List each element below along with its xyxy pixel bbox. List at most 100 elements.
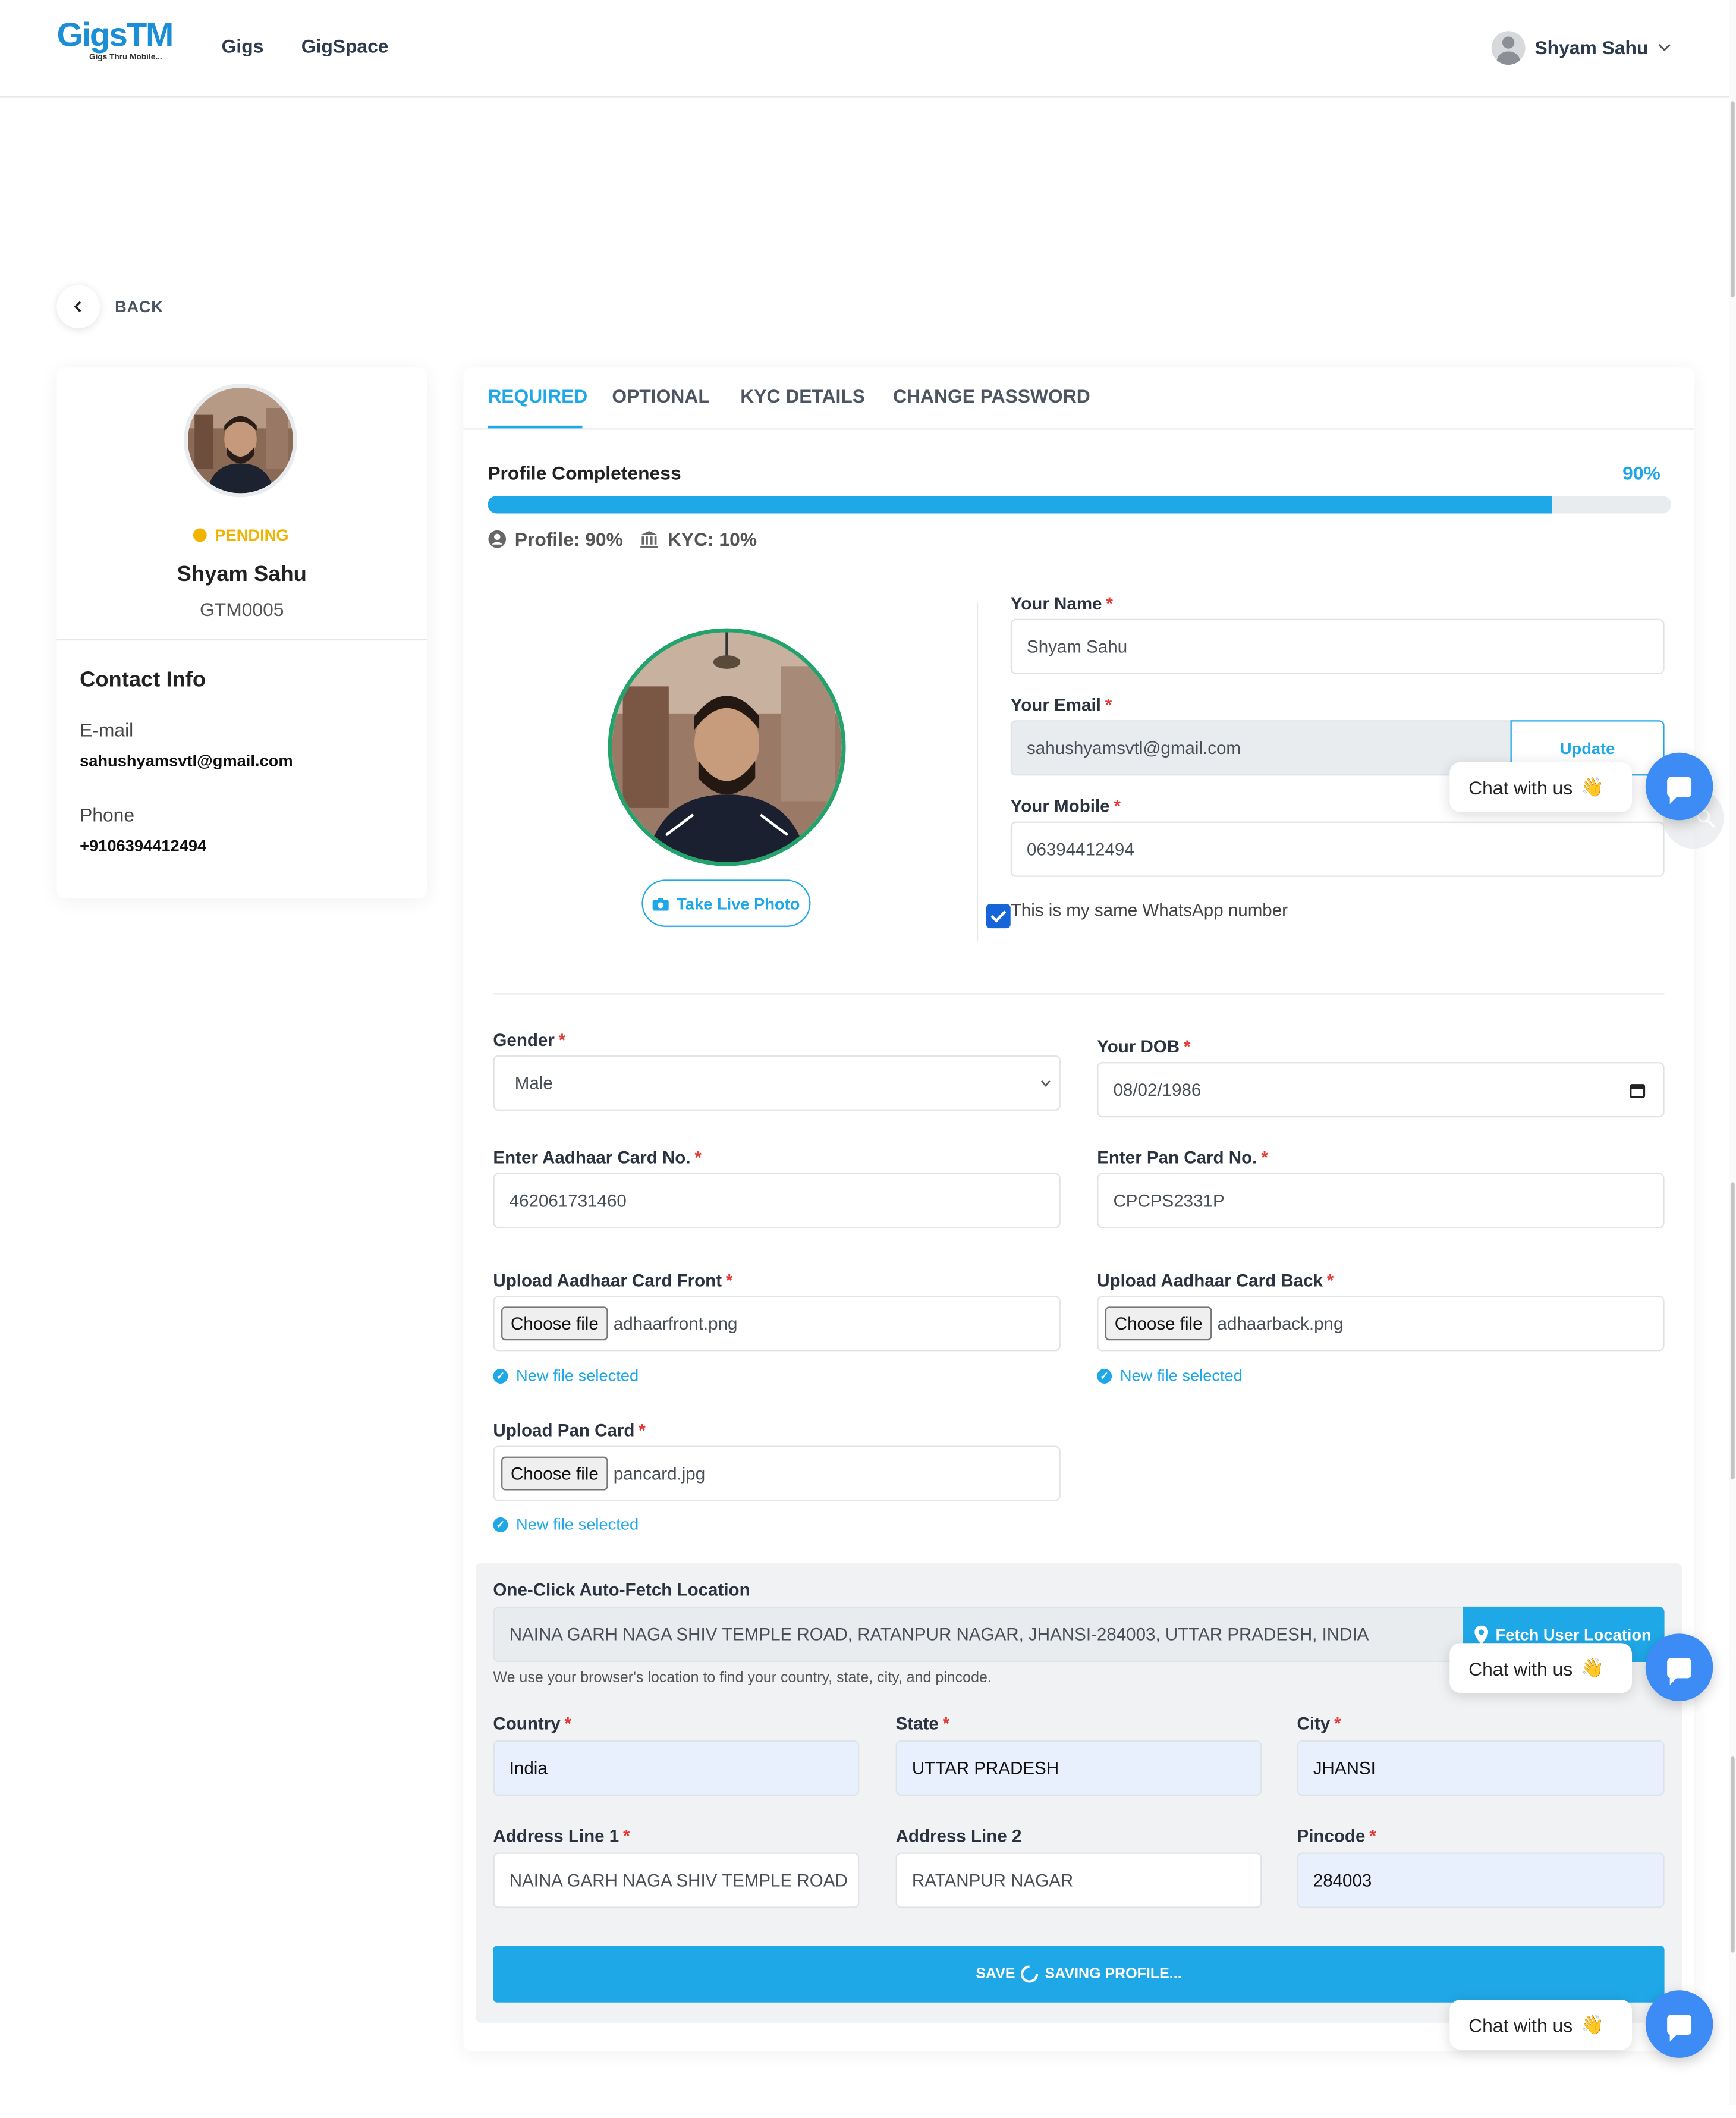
choose-file-button[interactable]: Choose file [1105, 1306, 1212, 1341]
gender-select[interactable]: Male [493, 1055, 1061, 1111]
completeness-progress-bar [488, 495, 1671, 514]
chat-with-us-pill-2[interactable]: Chat with us 👋 [1449, 1643, 1633, 1693]
chat-with-us-pill[interactable]: Chat with us 👋 [1449, 762, 1633, 812]
saving-label: SAVING PROFILE... [1045, 1966, 1182, 1982]
chat-button[interactable] [1645, 752, 1713, 821]
user-name: Shyam Sahu [1534, 36, 1649, 58]
profile-percent: Profile: 90% [514, 528, 623, 550]
fetched-address-input[interactable]: NAINA GARH NAGA SHIV TEMPLE ROAD, RATANP… [493, 1606, 1466, 1663]
status-text: PENDING [215, 525, 289, 545]
pan-card-file-input[interactable]: Choose file pancard.jpg [493, 1445, 1061, 1501]
pincode-label: Pincode * [1297, 1825, 1376, 1846]
profile-name: Shyam Sahu [177, 563, 307, 587]
logo-subtitle: Gigs Thru Mobile... [89, 54, 162, 62]
mobile-label: Your Mobile * [1010, 796, 1121, 816]
new-file-selected-front: ✓ New file selected [493, 1366, 639, 1385]
state-input[interactable]: UTTAR PRADESH [895, 1740, 1262, 1796]
gender-label: Gender * [493, 1029, 566, 1050]
camera-icon [652, 897, 669, 910]
pan-input[interactable]: CPCPS2331P [1097, 1173, 1665, 1228]
bank-icon [640, 531, 658, 548]
contact-info-title: Contact Info [80, 668, 206, 692]
tab-change-password[interactable]: CHANGE PASSWORD [893, 385, 1090, 407]
check-circle-icon: ✓ [493, 1368, 508, 1383]
file-name: adhaarfront.png [613, 1313, 738, 1334]
choose-file-button[interactable]: Choose file [501, 1306, 608, 1341]
save-label: SAVE [976, 1966, 1015, 1982]
nav-gigspace[interactable]: GigSpace [301, 35, 389, 56]
country-input[interactable]: India [493, 1740, 860, 1796]
completeness-title: Profile Completeness [488, 462, 681, 484]
calendar-icon[interactable] [1630, 1082, 1646, 1098]
chat-button-3[interactable] [1645, 1990, 1713, 2058]
profile-photo-large [608, 628, 846, 866]
email-value: sahushyamsvtl@gmail.com [80, 751, 293, 771]
top-navbar: GigsTM Gigs Thru Mobile... Gigs GigSpace… [0, 0, 1736, 98]
state-label: State * [895, 1713, 950, 1734]
email-input[interactable]: sahushyamsvtl@gmail.com [1010, 720, 1514, 776]
gigstm-logo[interactable]: GigsTM Gigs Thru Mobile... [56, 16, 174, 70]
save-button[interactable]: SAVE SAVING PROFILE... [493, 1946, 1665, 2003]
chat-bubble-icon [1667, 776, 1692, 803]
city-input[interactable]: JHANSI [1297, 1740, 1665, 1796]
aadhaar-front-label: Upload Aadhaar Card Front * [493, 1270, 733, 1291]
user-menu[interactable]: Shyam Sahu [1491, 30, 1671, 65]
scrollbar-thumb-2[interactable] [1730, 1182, 1735, 1480]
map-pin-icon [1474, 1624, 1489, 1644]
section-divider [493, 993, 1665, 995]
name-label: Your Name * [1010, 593, 1113, 614]
email-label: E-mail [80, 718, 134, 741]
chevron-down-icon [1040, 1080, 1051, 1087]
pincode-input[interactable]: 284003 [1297, 1852, 1665, 1908]
new-file-selected-back: ✓ New file selected [1097, 1366, 1243, 1385]
country-label: Country * [493, 1713, 572, 1734]
aadhaar-input[interactable]: 462061731460 [493, 1173, 1061, 1228]
tab-optional[interactable]: OPTIONAL [612, 385, 709, 407]
chat-bubble-icon [1667, 2014, 1692, 2041]
new-file-selected-pan: ✓ New file selected [493, 1514, 639, 1533]
address1-label: Address Line 1 * [493, 1825, 630, 1846]
pan-upload-label: Upload Pan Card * [493, 1420, 646, 1441]
chat-bubble-icon [1667, 1657, 1692, 1685]
profile-id: GTM0005 [200, 598, 284, 621]
address2-input[interactable]: RATANPUR NAGAR [895, 1852, 1262, 1908]
chevron-left-icon [74, 301, 81, 313]
scrollbar-thumb[interactable] [1730, 101, 1735, 297]
profile-photo-small [184, 384, 297, 498]
tab-kyc-details[interactable]: KYC DETAILS [740, 385, 865, 407]
completeness-percent: 90% [1622, 462, 1660, 484]
location-title: One-Click Auto-Fetch Location [493, 1579, 750, 1600]
nav-gigs[interactable]: Gigs [222, 35, 264, 56]
file-name: pancard.jpg [613, 1463, 706, 1484]
aadhaar-front-file-input[interactable]: Choose file adhaarfront.png [493, 1296, 1061, 1352]
whatsapp-label: This is my same WhatsApp number [1010, 900, 1288, 920]
aadhaar-label: Enter Aadhaar Card No. * [493, 1147, 702, 1168]
address1-input[interactable]: NAINA GARH NAGA SHIV TEMPLE ROAD [493, 1852, 860, 1908]
back-button[interactable] [56, 285, 100, 329]
profile-photo-image [187, 388, 294, 494]
name-input[interactable]: Shyam Sahu [1010, 618, 1665, 674]
progress-fill [488, 495, 1553, 514]
status-dot-icon [193, 528, 207, 542]
phone-label: Phone [80, 804, 135, 826]
choose-file-button[interactable]: Choose file [501, 1456, 608, 1491]
user-circle-icon [488, 530, 507, 548]
active-tab-indicator [488, 425, 583, 429]
spinner-icon [1021, 1965, 1039, 1983]
take-live-photo-button[interactable]: Take Live Photo [641, 879, 811, 927]
mobile-input[interactable]: 06394412494 [1010, 821, 1665, 877]
wave-icon: 👋 [1580, 1656, 1605, 1679]
tab-required[interactable]: REQUIRED [488, 385, 587, 407]
back-label[interactable]: BACK [115, 297, 163, 316]
chevron-down-icon [1658, 43, 1671, 52]
whatsapp-checkbox[interactable] [986, 904, 1011, 929]
aadhaar-back-file-input[interactable]: Choose file adhaarback.png [1097, 1296, 1665, 1352]
logo-text: GigsTM [56, 16, 174, 54]
scrollbar-thumb-3[interactable] [1730, 1756, 1735, 1953]
checkmark-icon [990, 910, 1007, 923]
chat-with-us-pill-3[interactable]: Chat with us 👋 [1449, 2000, 1633, 2050]
email-field-label: Your Email * [1010, 695, 1112, 715]
check-circle-icon: ✓ [1097, 1368, 1112, 1383]
dob-input[interactable]: 08/02/1986 [1097, 1062, 1665, 1118]
chat-button-2[interactable] [1645, 1633, 1713, 1701]
